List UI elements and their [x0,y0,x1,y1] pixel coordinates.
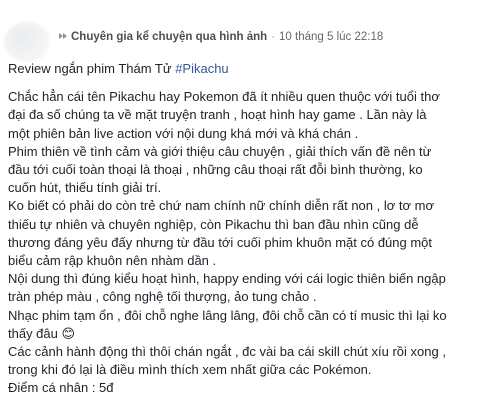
post-paragraph: Phim thiên về tình cảm và giới thiệu câu… [8,143,432,196]
post-title-text: Review ngắn phim Thám Tử [8,61,176,76]
post-score: Điểm cá nhân : 5đ [8,380,114,396]
avatar[interactable] [4,22,50,62]
post-meta: Chuyên gia kể chuyện qua hình ảnh · 10 thá… [58,31,383,43]
group-icon [59,33,67,39]
post-timestamp[interactable]: 10 tháng 5 lúc 22:18 [279,31,383,43]
post-body: Review ngắn phim Thám Tử #Pikachu Chắc h… [8,60,488,398]
post-paragraph: Nội dung thì đúng kiểu hoạt hình, happy … [8,271,446,305]
post-title: Review ngắn phim Thám Tử #Pikachu [8,60,488,78]
post-paragraph: Nhạc phim tạm ổn , đôi chỗ nghe lâng lân… [8,307,447,341]
hashtag-link[interactable]: #Pikachu [175,61,228,76]
meta-separator: · [271,31,276,43]
post-paragraph: Ko biết có phải do còn trẻ chứ nam chính… [8,198,434,269]
post-header: Chuyên gia kể chuyện qua hình ảnh · 10 thá… [0,22,491,62]
group-name-link[interactable]: Chuyên gia kể chuyện qua hình ảnh [71,31,267,43]
post-paragraph: Chắc hẳn cái tên Pikachu hay Pokemon đã … [8,89,440,141]
post-paragraph: Các cảnh hành động thì thôi chán ngắt , … [8,344,446,378]
